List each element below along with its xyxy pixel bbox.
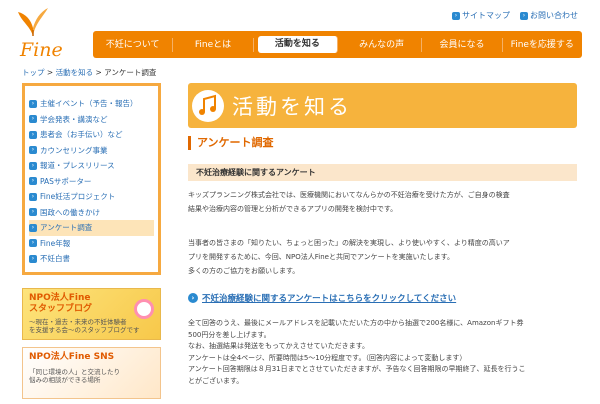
sidebar-item-survey[interactable]: › アンケート調査	[29, 220, 154, 236]
section-title: アンケート調査	[188, 136, 274, 150]
butterfly-logo-icon	[18, 8, 48, 36]
intro-paragraph: キッズプランニング株式会社では、医療機関においてなんらかの不妊治療を受けた方が、…	[188, 191, 510, 213]
sitemap-link[interactable]: › サイトマップ	[452, 10, 510, 21]
sidebar-item-patient-groups[interactable]: › 患者会（お手伝い）など	[29, 127, 154, 143]
subsection-title: 不妊治療経験に関するアンケート	[188, 164, 577, 181]
chevron-right-icon: ›	[452, 11, 460, 20]
sidebar-item-conferences[interactable]: › 学会発表・講演など	[29, 112, 154, 128]
sidebar-item-events[interactable]: › 主催イベント（予告・報告）	[29, 96, 154, 112]
chevron-right-icon: ›	[29, 223, 37, 232]
chevron-right-icon: ›	[29, 115, 37, 124]
sidebar-item-pas[interactable]: › PASサポーター	[29, 174, 154, 190]
chevron-right-icon: ›	[29, 161, 37, 170]
chevron-right-icon: ›	[29, 192, 37, 201]
sidebar-item-label: 学会発表・講演など	[40, 114, 108, 124]
sidebar-item-label: 国政への働きかけ	[40, 207, 100, 217]
sns-banner[interactable]: NPO法人Fine SNS 「同じ環境の人」と交流したり 悩みの相談ができる場所	[22, 347, 161, 399]
chevron-right-icon: ›	[29, 130, 37, 139]
survey-link-label: 不妊治療経験に関するアンケートはこちらをクリックしてください	[202, 294, 457, 304]
chevron-right-icon: ›	[29, 254, 37, 263]
banner-subtitle: 「同じ環境の人」と交流したり 悩みの相談ができる場所	[29, 368, 120, 384]
sidebar-item-annual-report[interactable]: › Fine年報	[29, 236, 154, 252]
sidebar-item-label: Fine妊活プロジェクト	[40, 192, 116, 202]
breadcrumb-parent[interactable]: 活動を知る	[56, 68, 94, 77]
nav-about-fine[interactable]: Fineとは	[173, 37, 254, 52]
nav-voices[interactable]: みんなの声	[342, 37, 423, 52]
nav-membership[interactable]: 会員になる	[422, 37, 503, 52]
nav-support[interactable]: Fineを応援する	[503, 38, 582, 52]
sidebar-item-label: 主催イベント（予告・報告）	[40, 99, 138, 109]
sidebar-item-label: アンケート調査	[40, 223, 93, 233]
sidebar-menu: › 主催イベント（予告・報告） › 学会発表・講演など › 患者会（お手伝い）など ›…	[22, 83, 161, 275]
staff-blog-banner[interactable]: NPO法人Fine スタッフブログ ～現在・過去・未来の不妊体験者 を支援する会…	[22, 288, 161, 340]
sidebar-item-counseling[interactable]: › カウンセリング事業	[29, 143, 154, 159]
chevron-right-icon: ›	[29, 239, 37, 248]
logo-text: Fine	[20, 39, 63, 61]
nav-about-infertility[interactable]: 不妊について	[93, 37, 174, 52]
sidebar-item-label: 不妊白書	[40, 254, 70, 264]
chevron-right-icon: ›	[29, 99, 37, 108]
sidebar-item-label: PASサポーター	[40, 176, 92, 186]
survey-link[interactable]: › 不妊治療経験に関するアンケートはこちらをクリックしてください	[188, 292, 456, 304]
purpose-paragraph: 当事者の皆さまの「知りたい、ちょっと困った」の解決を実現し、より使いやすく、より…	[188, 239, 510, 275]
banner-title: NPO法人Fine SNS	[29, 352, 115, 362]
banner-title: NPO法人Fine スタッフブログ	[29, 293, 93, 314]
sitemap-label: サイトマップ	[462, 11, 510, 20]
global-nav: 不妊について Fineとは 活動を知る みんなの声 会員になる Fineを応援す…	[93, 31, 582, 58]
details-paragraph: 全て回答のうえ、最後にメールアドレスを記載いただいた方の中から抽選で200名様に…	[188, 319, 526, 385]
page-hero: 活動を知る	[188, 83, 577, 128]
breadcrumb-current: アンケート調査	[104, 68, 157, 77]
sidebar-item-policy[interactable]: › 国政への働きかけ	[29, 205, 154, 221]
chevron-right-icon: ›	[520, 11, 528, 20]
sidebar-item-press[interactable]: › 報道・プレスリリース	[29, 158, 154, 174]
music-note-icon	[192, 90, 224, 122]
fine-logo[interactable]: Fine	[6, 2, 76, 64]
chevron-right-icon: ›	[29, 208, 37, 217]
sidebar-item-label: 患者会（お手伝い）など	[40, 130, 123, 140]
sidebar-item-label: Fine年報	[40, 238, 71, 248]
breadcrumb-separator: >	[46, 68, 54, 77]
sidebar-item-white-paper[interactable]: › 不妊白書	[29, 251, 154, 267]
sidebar-item-ninkatsu[interactable]: › Fine妊活プロジェクト	[29, 189, 154, 205]
chevron-right-icon: ›	[29, 177, 37, 186]
chevron-right-icon: ›	[29, 146, 37, 155]
banner-subtitle: ～現在・過去・未来の不妊体験者 を支援する会～のスタッフブログです	[29, 318, 140, 334]
breadcrumb-home[interactable]: トップ	[22, 68, 45, 77]
page-title: 活動を知る	[232, 95, 352, 119]
nav-activities[interactable]: 活動を知る	[257, 36, 338, 53]
sidebar-item-label: カウンセリング事業	[40, 145, 108, 155]
chevron-right-icon: ›	[188, 293, 198, 303]
breadcrumb-separator: >	[95, 68, 102, 77]
contact-link[interactable]: › お問い合わせ	[520, 10, 578, 21]
utility-links: › サイトマップ › お問い合わせ	[452, 10, 578, 21]
contact-label: お問い合わせ	[530, 11, 578, 20]
sidebar-item-label: 報道・プレスリリース	[40, 161, 115, 171]
flower-icon	[134, 299, 154, 319]
breadcrumb: トップ > 活動を知る > アンケート調査	[22, 67, 156, 78]
